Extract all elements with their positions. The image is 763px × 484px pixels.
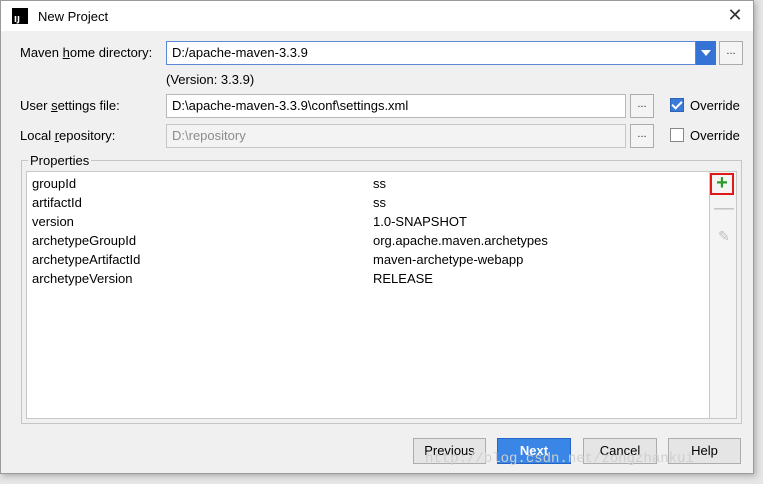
user-settings-label-suffix: ettings file:	[57, 98, 120, 113]
property-value: maven-archetype-webapp	[373, 252, 524, 267]
property-key: artifactId	[32, 195, 82, 210]
local-repository-override-label[interactable]: Override	[690, 128, 740, 143]
maven-home-dropdown-icon[interactable]	[696, 41, 716, 65]
background-window-right	[754, 0, 763, 484]
table-row[interactable]: archetypeVersion RELEASE	[27, 269, 709, 288]
title-bar: IJ New Project ✕	[1, 1, 753, 31]
local-repository-input: D:\repository	[166, 124, 626, 148]
local-repo-label-prefix: Local	[20, 128, 55, 143]
add-icon[interactable]: +	[710, 173, 734, 195]
maven-version-text: (Version: 3.3.9)	[166, 72, 255, 87]
local-repository-override-checkbox[interactable]	[670, 128, 684, 142]
user-settings-override-checkbox[interactable]	[670, 98, 684, 112]
table-row[interactable]: artifactId ss	[27, 193, 709, 212]
property-key: archetypeVersion	[32, 271, 133, 286]
property-key: version	[32, 214, 74, 229]
user-settings-override-label[interactable]: Override	[690, 98, 740, 113]
property-value: org.apache.maven.archetypes	[373, 233, 548, 248]
watermark-text: http://blog.csdn.net/zongzhankui	[425, 451, 694, 467]
user-settings-input[interactable]: D:\apache-maven-3.3.9\conf\settings.xml	[166, 94, 626, 118]
user-settings-browse-button[interactable]: ...	[630, 94, 654, 118]
maven-home-label: Maven home directory:	[20, 45, 152, 60]
maven-home-browse-button[interactable]: ...	[719, 41, 743, 65]
properties-table[interactable]: groupId ss artifactId ss version 1.0-SNA…	[26, 171, 710, 419]
properties-legend: Properties	[28, 153, 92, 168]
maven-home-combo[interactable]: D:/apache-maven-3.3.9	[166, 41, 696, 65]
intellij-icon: IJ	[12, 8, 28, 24]
edit-icon[interactable]: ✎	[712, 225, 736, 247]
table-row[interactable]: archetypeArtifactId maven-archetype-weba…	[27, 250, 709, 269]
user-settings-label: User settings file:	[20, 98, 120, 113]
property-value: RELEASE	[373, 271, 433, 286]
user-settings-label-prefix: User	[20, 98, 52, 113]
close-icon[interactable]: ✕	[725, 5, 745, 26]
property-value: ss	[373, 176, 386, 191]
property-key: archetypeArtifactId	[32, 252, 141, 267]
property-key: archetypeGroupId	[32, 233, 137, 248]
local-repository-browse-button[interactable]: ...	[630, 124, 654, 148]
table-row[interactable]: archetypeGroupId org.apache.maven.archet…	[27, 231, 709, 250]
property-value: 1.0-SNAPSHOT	[373, 214, 467, 229]
window-title: New Project	[38, 8, 109, 24]
property-key: groupId	[32, 176, 77, 191]
remove-icon[interactable]: —	[712, 198, 736, 220]
maven-home-label-suffix: ome directory:	[69, 45, 153, 60]
maven-home-label-prefix: Maven	[20, 45, 63, 60]
maven-home-label-mnemonic: h	[62, 45, 70, 60]
local-repo-label-suffix: epository:	[59, 128, 116, 143]
local-repository-label: Local repository:	[20, 128, 115, 143]
background-window-bottom	[0, 474, 763, 484]
table-row[interactable]: version 1.0-SNAPSHOT	[27, 212, 709, 231]
table-row[interactable]: groupId ss	[27, 174, 709, 193]
property-value: ss	[373, 195, 386, 210]
